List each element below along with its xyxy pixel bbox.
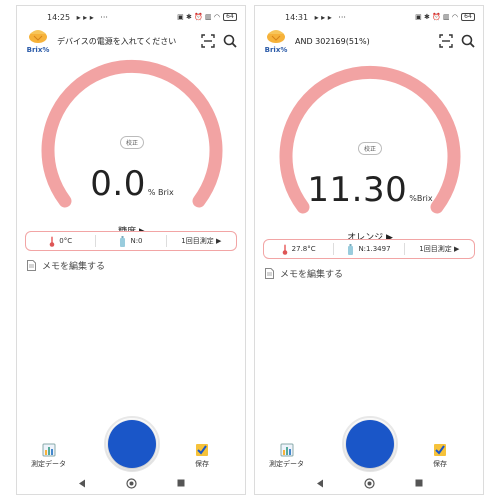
play-icons: ▸ ▸ ▸ <box>76 12 94 22</box>
status-time: 14:31 <box>285 12 309 22</box>
status-left: 14:31 ▸ ▸ ▸ ··· <box>285 13 346 22</box>
calibrate-button[interactable]: 校正 <box>119 136 145 149</box>
device-status-title: AND 302169(51%) <box>295 36 370 46</box>
search-icon[interactable] <box>223 34 237 48</box>
play-icons: ▸ ▸ ▸ <box>314 12 332 22</box>
measure-cell[interactable]: 1回目測定 ▶ <box>403 243 474 255</box>
reading-value: 11.30 <box>307 170 408 210</box>
count-cell: N:0 <box>95 235 165 247</box>
logo-text: Brix% <box>264 46 288 54</box>
device-status-title: デバイスの電源を入れてください <box>57 36 177 46</box>
phone-screen-2: 14:31 ▸ ▸ ▸ ··· ▣ ✱ ⏰ ▥ ◠ 64 Brix% AND 3… <box>254 5 484 495</box>
bottle-icon <box>348 243 354 255</box>
data-nav-item[interactable]: 測定データ <box>269 443 304 469</box>
measure-button[interactable] <box>346 420 394 468</box>
count-value: N:0 <box>130 237 143 245</box>
temperature-value: 27.8°C <box>291 245 316 253</box>
measure-button[interactable] <box>108 420 156 468</box>
app-bar: Brix% デバイスの電源を入れてください <box>17 28 245 54</box>
home-icon[interactable] <box>125 477 137 489</box>
app-logo: Brix% <box>263 28 289 54</box>
scan-icon[interactable] <box>439 34 453 48</box>
app-bar: Brix% AND 302169(51%) <box>255 28 483 54</box>
signal-icon: ▣ ✱ ⏰ ▥ ◠ <box>415 13 458 21</box>
brix-gauge: 校正 0.0% Brix 糖度 ▶ <box>32 54 232 237</box>
phone-screen-1: 14:25 ▸ ▸ ▸ ··· ▣ ✱ ⏰ ▥ ◠ 64 Brix% デバイスの… <box>16 5 246 495</box>
data-label[interactable]: 測定データ <box>31 459 66 469</box>
data-nav-item[interactable]: 測定データ <box>31 443 66 469</box>
recents-icon[interactable] <box>415 479 423 487</box>
brix-gauge: 校正 11.30 %Brix オレンジ ▶ <box>270 60 470 243</box>
save-label[interactable]: 保存 <box>195 459 209 469</box>
status-time: 14:25 <box>47 12 71 22</box>
scan-icon[interactable] <box>201 34 215 48</box>
document-icon <box>265 268 274 279</box>
document-icon <box>27 260 36 271</box>
chart-icon <box>42 443 55 457</box>
recents-icon[interactable] <box>177 479 185 487</box>
memo-edit[interactable]: メモを編集する <box>27 259 105 272</box>
app-logo: Brix% <box>25 28 51 54</box>
save-icon <box>196 444 208 456</box>
status-right: ▣ ✱ ⏰ ▥ ◠ 64 <box>177 13 237 21</box>
signal-icon: ▣ ✱ ⏰ ▥ ◠ <box>177 13 220 21</box>
status-bar: 14:31 ▸ ▸ ▸ ··· ▣ ✱ ⏰ ▥ ◠ 64 <box>255 6 483 28</box>
data-label[interactable]: 測定データ <box>269 459 304 469</box>
reading: 11.30 %Brix <box>270 170 470 210</box>
battery-icon: 64 <box>461 13 475 21</box>
temperature-value: 0°C <box>59 237 73 245</box>
system-nav-bar <box>17 472 245 494</box>
measure-count-label[interactable]: 1回目測定 ▶ <box>419 244 459 254</box>
measurement-info-bar: 27.8°C N:1.3497 1回目測定 ▶ <box>263 239 475 259</box>
bottle-icon <box>120 235 126 247</box>
reading: 0.0% Brix <box>32 164 232 204</box>
count-cell: N:1.3497 <box>333 243 403 255</box>
more-icon: ··· <box>338 12 346 22</box>
chart-icon <box>280 443 293 457</box>
system-nav-bar <box>255 472 483 494</box>
more-icon: ··· <box>100 12 108 22</box>
reading-value: 0.0 <box>90 164 146 204</box>
memo-label[interactable]: メモを編集する <box>42 259 105 272</box>
status-bar: 14:25 ▸ ▸ ▸ ··· ▣ ✱ ⏰ ▥ ◠ 64 <box>17 6 245 28</box>
memo-edit[interactable]: メモを編集する <box>265 267 343 280</box>
measure-count-label[interactable]: 1回目測定 ▶ <box>181 236 221 246</box>
search-icon[interactable] <box>461 34 475 48</box>
save-icon <box>434 444 446 456</box>
back-icon[interactable] <box>78 479 86 488</box>
count-value: N:1.3497 <box>358 245 391 253</box>
status-left: 14:25 ▸ ▸ ▸ ··· <box>47 13 108 22</box>
temperature-cell: 27.8°C <box>264 243 333 255</box>
reading-unit: %Brix <box>409 194 433 203</box>
save-nav-item[interactable]: 保存 <box>195 443 209 469</box>
home-icon[interactable] <box>363 477 375 489</box>
logo-fruit-icon <box>267 30 285 43</box>
temperature-cell: 0°C <box>26 235 95 247</box>
reading-unit: % Brix <box>147 188 174 197</box>
calibrate-button[interactable]: 校正 <box>357 142 383 155</box>
save-nav-item[interactable]: 保存 <box>433 443 447 469</box>
status-right: ▣ ✱ ⏰ ▥ ◠ 64 <box>415 13 475 21</box>
thermometer-icon <box>49 236 55 247</box>
battery-icon: 64 <box>223 13 237 21</box>
thermometer-icon <box>282 244 287 255</box>
logo-fruit-icon <box>29 30 47 43</box>
save-label[interactable]: 保存 <box>433 459 447 469</box>
measure-cell[interactable]: 1回目測定 ▶ <box>165 235 236 247</box>
memo-label[interactable]: メモを編集する <box>280 267 343 280</box>
back-icon[interactable] <box>316 479 324 488</box>
measurement-info-bar: 0°C N:0 1回目測定 ▶ <box>25 231 237 251</box>
logo-text: Brix% <box>26 46 50 54</box>
